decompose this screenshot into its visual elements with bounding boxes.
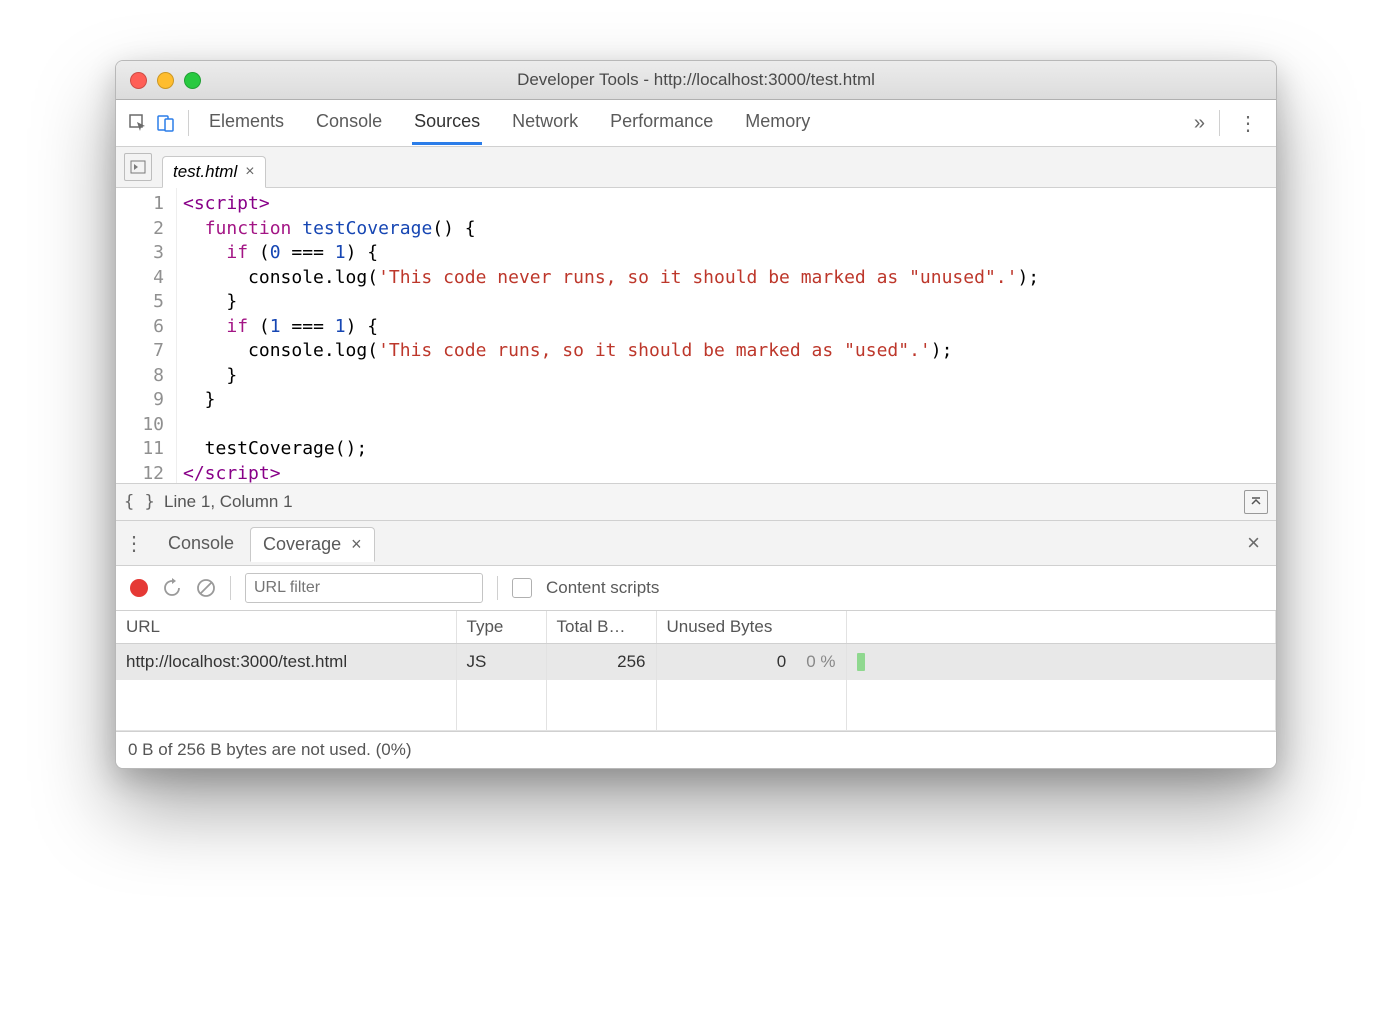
tab-network[interactable]: Network [510, 101, 580, 145]
col-bar [846, 611, 1276, 644]
device-toolbar-icon[interactable] [152, 113, 180, 133]
coverage-table: URL Type Total B… Unused Bytes http://lo… [116, 611, 1276, 731]
titlebar: Developer Tools - http://localhost:3000/… [116, 61, 1276, 100]
coverage-toolbar: Content scripts [116, 566, 1276, 611]
drawer-tab-label: Coverage [263, 534, 341, 555]
close-drawer-tab-button[interactable]: × [351, 534, 362, 555]
coverage-summary: 0 B of 256 B bytes are not used. (0%) [116, 731, 1276, 768]
coverage-header-row: URL Type Total B… Unused Bytes [116, 611, 1276, 644]
col-unused[interactable]: Unused Bytes [656, 611, 846, 644]
col-url[interactable]: URL [116, 611, 456, 644]
clear-icon[interactable] [196, 578, 216, 598]
tab-performance[interactable]: Performance [608, 101, 715, 145]
usage-bar-icon [857, 653, 865, 671]
tab-console[interactable]: Console [314, 101, 384, 145]
drawer-tab-bar: ⋮ Console Coverage × × [116, 521, 1276, 566]
settings-menu-button[interactable]: ⋮ [1228, 111, 1268, 136]
window-title: Developer Tools - http://localhost:3000/… [116, 70, 1276, 90]
cell-type: JS [456, 644, 546, 681]
file-tab-label: test.html [173, 162, 237, 182]
file-tab-test-html[interactable]: test.html × [162, 156, 266, 188]
main-toolbar: Elements Console Sources Network Perform… [116, 100, 1276, 147]
content-scripts-label: Content scripts [546, 578, 659, 598]
record-button[interactable] [130, 579, 148, 597]
url-filter-input[interactable] [245, 573, 483, 603]
col-type[interactable]: Type [456, 611, 546, 644]
cell-unused: 0 0 % [656, 644, 846, 681]
cell-bar [846, 644, 1276, 681]
cell-total: 256 [546, 644, 656, 681]
close-file-tab-button[interactable]: × [245, 163, 254, 181]
coverage-row[interactable]: http://localhost:3000/test.html JS 256 0… [116, 644, 1276, 681]
pretty-print-button[interactable]: { } [124, 492, 164, 512]
drawer-menu-button[interactable]: ⋮ [122, 531, 152, 556]
devtools-window: Developer Tools - http://localhost:3000/… [115, 60, 1277, 769]
more-tabs-button[interactable]: » [1188, 112, 1211, 135]
close-drawer-button[interactable]: × [1237, 530, 1270, 556]
line-number-gutter: 123456789101112 [116, 188, 177, 483]
tab-memory[interactable]: Memory [743, 101, 812, 145]
toggle-bottom-panel-button[interactable] [1244, 490, 1268, 514]
content-scripts-checkbox[interactable] [512, 578, 532, 598]
panel-tabs: Elements Console Sources Network Perform… [207, 101, 1188, 145]
file-tab-bar: test.html × [116, 147, 1276, 188]
editor-status-bar: { } Line 1, Column 1 [116, 483, 1276, 521]
coverage-row-empty [116, 680, 1276, 731]
code-content: <script> function testCoverage() { if (0… [177, 188, 1045, 483]
code-editor[interactable]: 123456789101112 <script> function testCo… [116, 188, 1276, 483]
tab-sources[interactable]: Sources [412, 101, 482, 145]
inspect-element-icon[interactable] [124, 113, 152, 133]
cursor-position: Line 1, Column 1 [164, 492, 293, 512]
tab-elements[interactable]: Elements [207, 101, 286, 145]
show-navigator-button[interactable] [124, 153, 152, 181]
drawer-tab-console[interactable]: Console [156, 527, 246, 560]
col-total[interactable]: Total B… [546, 611, 656, 644]
cell-url: http://localhost:3000/test.html [116, 644, 456, 681]
drawer-tab-coverage[interactable]: Coverage × [250, 527, 375, 562]
reload-icon[interactable] [162, 578, 182, 598]
